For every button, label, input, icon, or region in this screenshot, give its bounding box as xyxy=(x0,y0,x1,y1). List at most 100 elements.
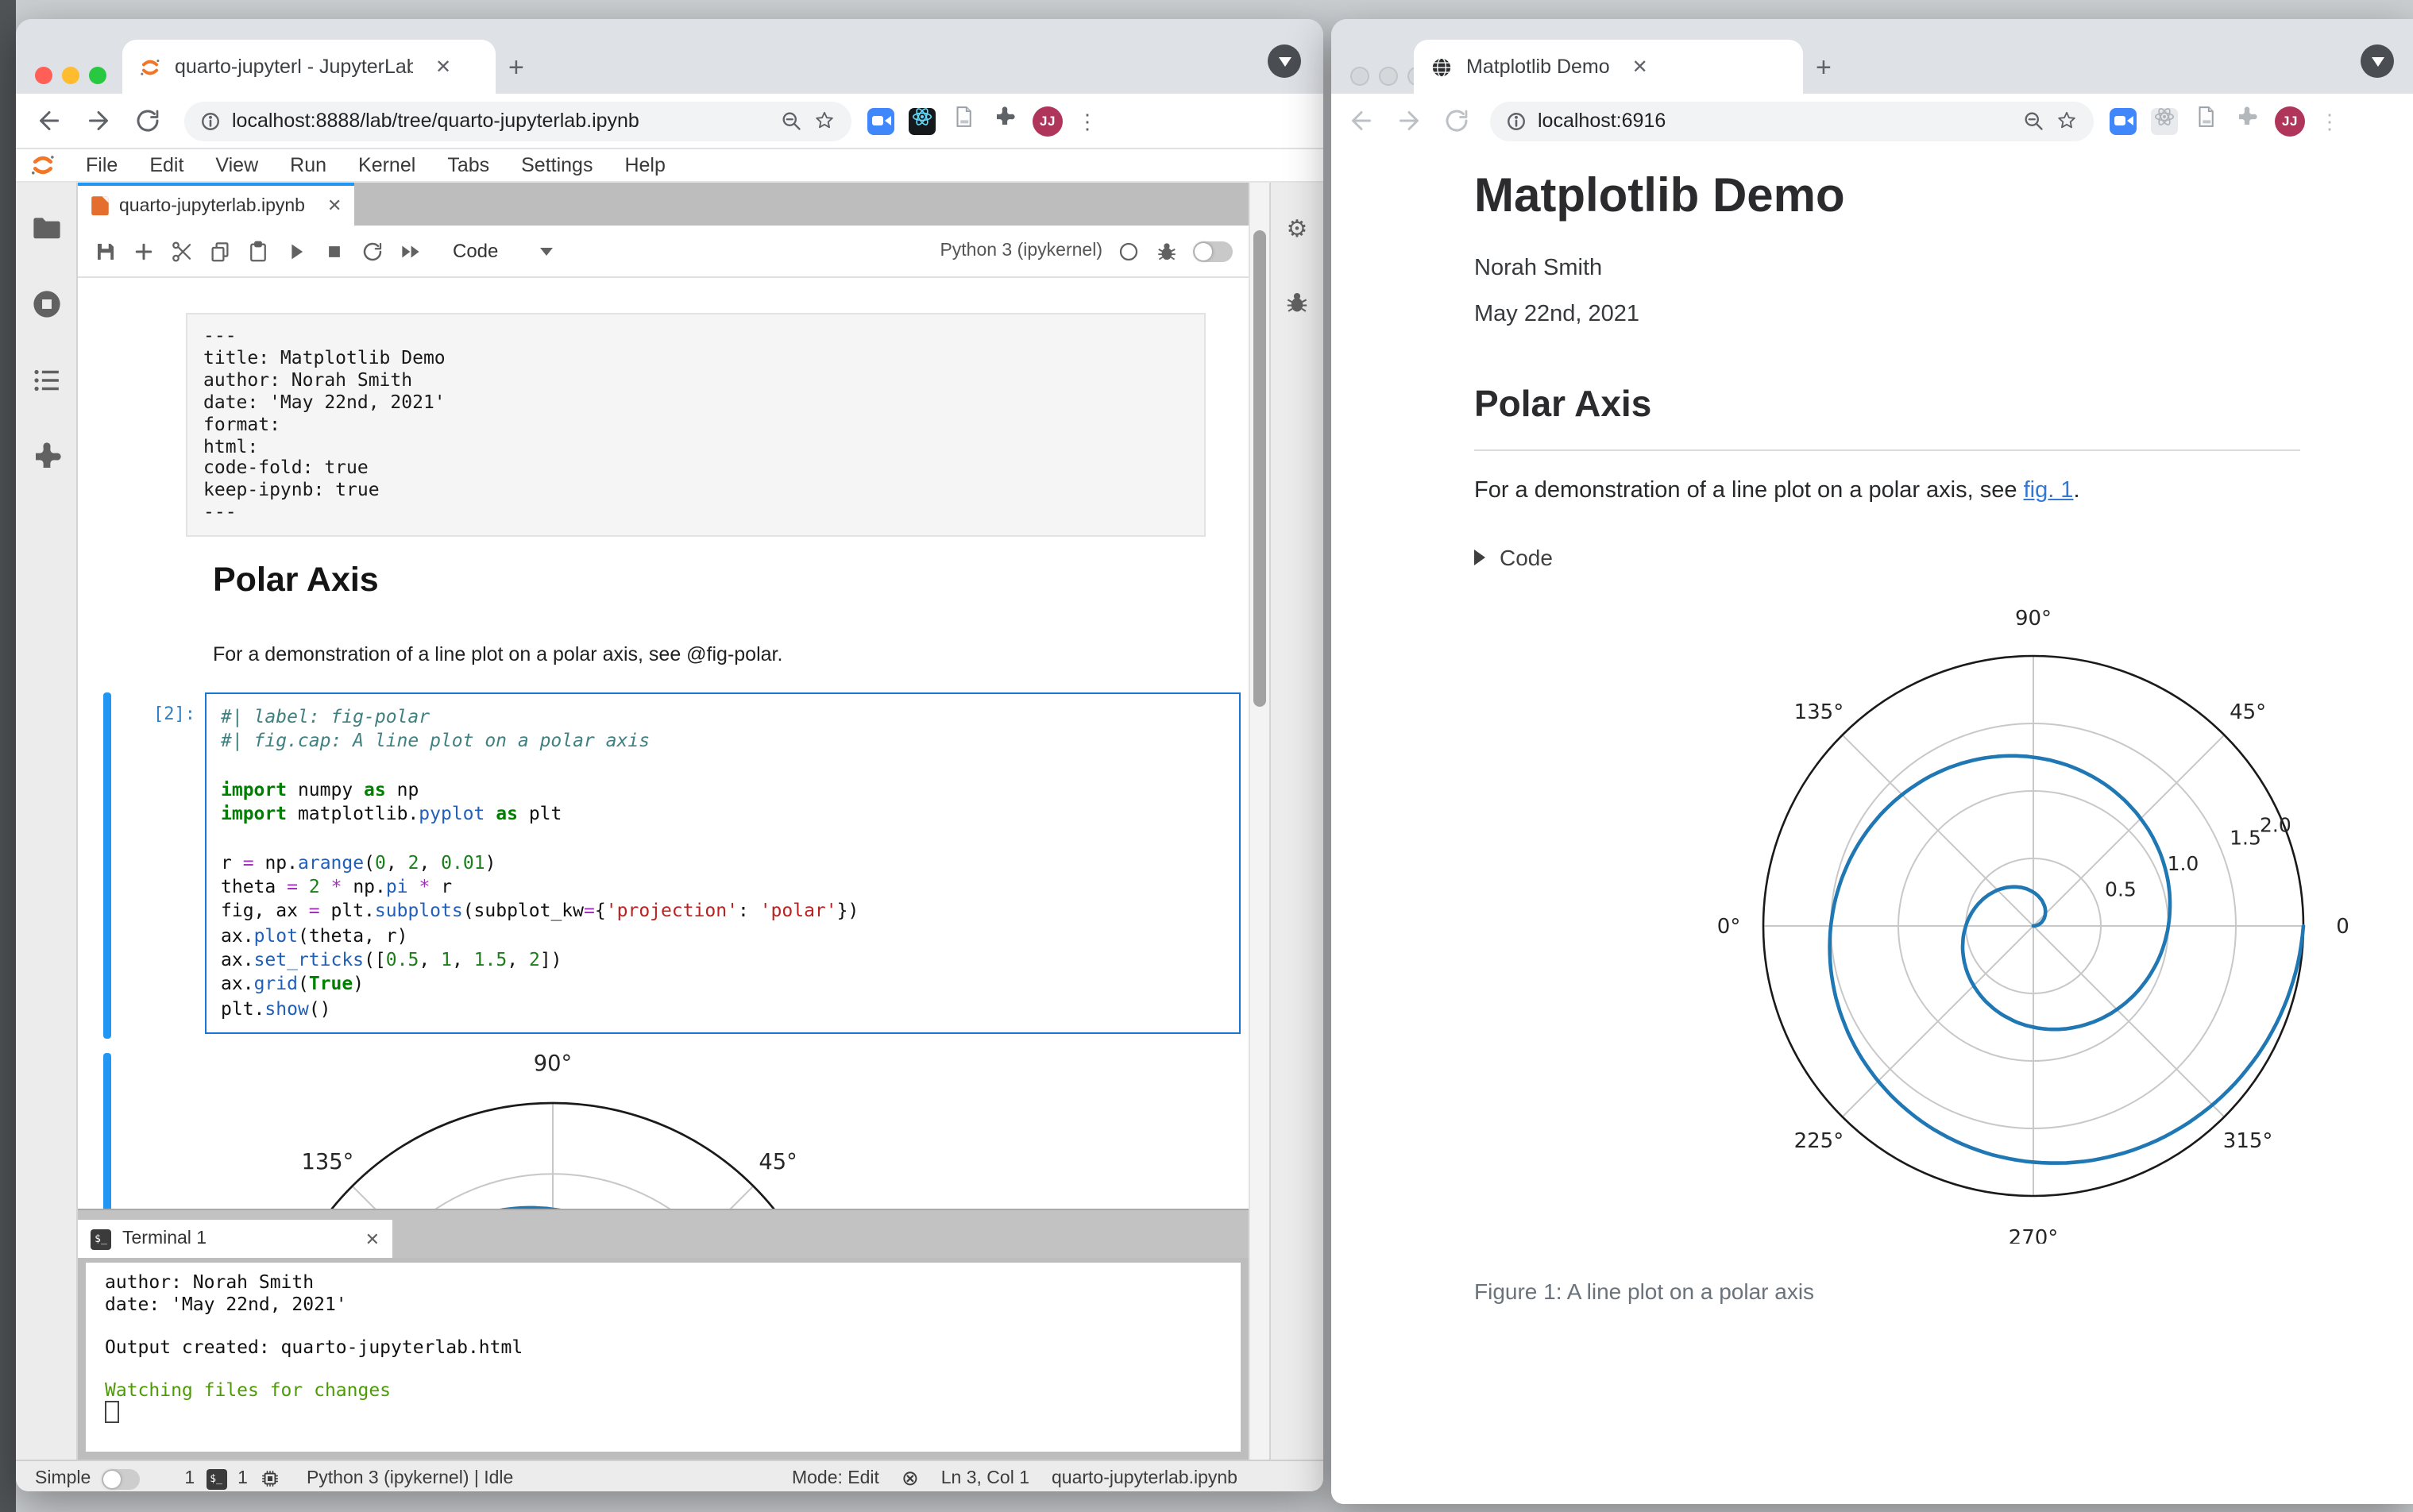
document-extension-icon[interactable] xyxy=(2192,106,2219,134)
minimize-window-button[interactable] xyxy=(62,67,79,84)
yaml-line: --- xyxy=(203,500,237,523)
svg-text:45°: 45° xyxy=(759,1150,797,1174)
extensions-puzzle-icon[interactable] xyxy=(2233,106,2260,134)
close-window-button[interactable] xyxy=(35,67,52,84)
mode-indicator[interactable]: Mode: Edit xyxy=(792,1469,879,1488)
cut-cells-button[interactable] xyxy=(170,239,194,263)
browser-menu-icon[interactable]: ⋮ xyxy=(1077,110,1098,131)
cursor-position[interactable]: Ln 3, Col 1 xyxy=(941,1469,1029,1488)
extensions-row: JJ ⋮ xyxy=(2110,106,2340,136)
address-bar[interactable]: localhost:6916 xyxy=(1490,101,2094,141)
run-cell-button[interactable] xyxy=(284,239,308,263)
profile-avatar[interactable]: JJ xyxy=(2275,106,2305,136)
forward-button[interactable] xyxy=(84,106,113,135)
zoom-extension-icon[interactable] xyxy=(2110,107,2137,134)
paste-cells-button[interactable] xyxy=(246,239,270,263)
tab-search-button[interactable] xyxy=(1268,44,1301,78)
kernel-status-text[interactable]: Python 3 (ipykernel) | Idle xyxy=(307,1469,513,1488)
copy-cells-button[interactable] xyxy=(208,239,232,263)
browser-tab-matplotlib-demo[interactable]: Matplotlib Demo ✕ xyxy=(1414,40,1803,94)
close-tab-icon[interactable]: ✕ xyxy=(435,56,451,78)
jupyter-favicon xyxy=(138,55,162,79)
tab-search-button[interactable] xyxy=(2361,44,2394,78)
code-cell-editor[interactable]: #| label: fig-polar #| fig.cap: A line pl… xyxy=(205,692,1241,1034)
extension-manager-icon[interactable] xyxy=(29,440,63,473)
react-devtools-icon[interactable] xyxy=(909,107,936,134)
zoom-out-page-icon[interactable] xyxy=(780,110,802,132)
terminal-count-icon[interactable]: $_ xyxy=(206,1468,227,1489)
running-kernels-icon[interactable] xyxy=(29,287,63,321)
profile-avatar[interactable]: JJ xyxy=(1033,106,1063,136)
yaml-raw-cell[interactable]: --- title: Matplotlib Demo author: Norah S… xyxy=(186,313,1206,538)
menu-file[interactable]: File xyxy=(70,154,133,176)
property-inspector-icon[interactable]: ⚙ xyxy=(1287,218,1308,241)
close-terminal-tab-icon[interactable]: ✕ xyxy=(365,1228,380,1249)
preview-browser-window: Matplotlib Demo ✕ + localhost:6916 JJ ⋮ … xyxy=(1331,19,2413,1504)
cell-collapser[interactable] xyxy=(103,692,111,1039)
debugger-icon[interactable] xyxy=(1155,239,1179,263)
bookmark-star-icon[interactable] xyxy=(2056,110,2078,132)
code-fold-toggle[interactable]: Code xyxy=(1474,545,1553,570)
back-button[interactable] xyxy=(35,106,64,135)
restart-kernel-button[interactable] xyxy=(361,239,384,263)
simple-mode-toggle[interactable] xyxy=(102,1468,141,1489)
cell-type-select[interactable]: Code xyxy=(453,240,553,262)
zoom-extension-icon[interactable] xyxy=(867,107,894,134)
menu-run[interactable]: Run xyxy=(274,154,342,176)
close-window-button[interactable] xyxy=(1350,67,1369,86)
table-of-contents-icon[interactable] xyxy=(29,364,63,397)
file-browser-icon[interactable] xyxy=(29,211,63,245)
menu-view[interactable]: View xyxy=(199,154,274,176)
menu-edit[interactable]: Edit xyxy=(133,154,199,176)
kernel-chip-icon[interactable] xyxy=(259,1468,281,1490)
terminal-tab[interactable]: $_ Terminal 1 ✕ xyxy=(78,1220,392,1258)
new-tab-button[interactable]: + xyxy=(508,52,524,84)
globe-favicon xyxy=(1430,55,1454,79)
terminal-screen[interactable]: author: Norah Smith date: 'May 22nd, 202… xyxy=(86,1263,1241,1452)
close-tab-icon[interactable]: ✕ xyxy=(1632,56,1648,78)
menu-settings[interactable]: Settings xyxy=(505,154,608,176)
notifications-icon[interactable]: ⊗ xyxy=(901,1466,919,1491)
forward-button[interactable] xyxy=(1395,106,1423,135)
reload-button[interactable] xyxy=(133,106,162,135)
back-button[interactable] xyxy=(1347,106,1376,135)
document-extension-icon[interactable] xyxy=(950,106,977,134)
url-text[interactable]: localhost:6916 xyxy=(1538,110,2011,132)
kernel-name[interactable]: Python 3 (ipykernel) xyxy=(940,241,1102,260)
menu-help[interactable]: Help xyxy=(608,154,681,176)
output-collapser[interactable] xyxy=(103,1053,111,1209)
toolbar-toggle[interactable] xyxy=(1193,241,1233,261)
reload-button[interactable] xyxy=(1442,106,1471,135)
debugger-sidebar-icon[interactable] xyxy=(1284,289,1311,316)
restart-run-all-button[interactable] xyxy=(399,239,423,263)
site-info-icon[interactable] xyxy=(200,110,221,131)
polar-chart: 0°45°90°135°180°225°270°315°0.51.01.52.0 xyxy=(302,1053,797,1209)
browser-tab-jupyterlab[interactable]: quarto-jupyterl - JupyterLab ✕ xyxy=(122,40,496,94)
browser-menu-icon[interactable]: ⋮ xyxy=(2319,110,2340,131)
extensions-puzzle-icon[interactable] xyxy=(991,106,1018,134)
scrollbar-thumb[interactable] xyxy=(1253,230,1266,707)
url-text[interactable]: localhost:8888/lab/tree/quarto-jupyterla… xyxy=(232,110,769,132)
minimize-window-button[interactable] xyxy=(1379,67,1398,86)
save-button[interactable] xyxy=(94,239,118,263)
add-cell-button[interactable] xyxy=(132,239,156,263)
window-controls[interactable] xyxy=(35,67,106,84)
close-notebook-tab-icon[interactable]: ✕ xyxy=(327,195,342,216)
jupyterlab-body: quarto-jupyterlab.ipynb ✕ Code Python 3 … xyxy=(16,183,1323,1460)
site-info-icon[interactable] xyxy=(1506,110,1527,131)
menu-kernel[interactable]: Kernel xyxy=(342,154,431,176)
menu-tabs[interactable]: Tabs xyxy=(431,154,505,176)
code-line: plt.show() xyxy=(221,997,331,1020)
notebook-scrollbar[interactable] xyxy=(1249,183,1269,1460)
interrupt-kernel-button[interactable] xyxy=(322,239,346,263)
bookmark-star-icon[interactable] xyxy=(813,110,836,132)
notebook-tab[interactable]: quarto-jupyterlab.ipynb ✕ xyxy=(78,183,355,226)
new-tab-button[interactable]: + xyxy=(1816,52,1832,84)
react-devtools-icon[interactable] xyxy=(2151,107,2178,134)
figure-link[interactable]: fig. 1 xyxy=(2024,478,2074,503)
zoom-out-page-icon[interactable] xyxy=(2022,110,2044,132)
zoom-window-button[interactable] xyxy=(89,67,106,84)
notebook-content[interactable]: --- title: Matplotlib Demo author: Norah S… xyxy=(78,278,1249,1209)
address-bar[interactable]: localhost:8888/lab/tree/quarto-jupyterla… xyxy=(184,101,851,141)
